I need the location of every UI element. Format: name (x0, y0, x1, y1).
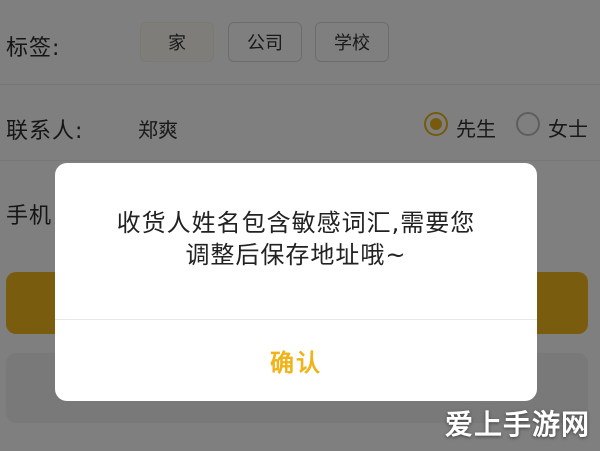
watermark: 爱上手游网 (444, 408, 590, 441)
dialog-message: 收货人姓名包含敏感词汇,需要您 调整后保存地址哦~ (91, 207, 501, 271)
sensitive-word-dialog: 收货人姓名包含敏感词汇,需要您 调整后保存地址哦~ 确认 (55, 163, 537, 401)
confirm-button[interactable]: 确认 (55, 320, 537, 401)
dialog-message-line: 调整后保存地址哦~ (185, 241, 407, 269)
dialog-message-line: 收货人姓名包含敏感词汇,需要您 (116, 209, 476, 237)
